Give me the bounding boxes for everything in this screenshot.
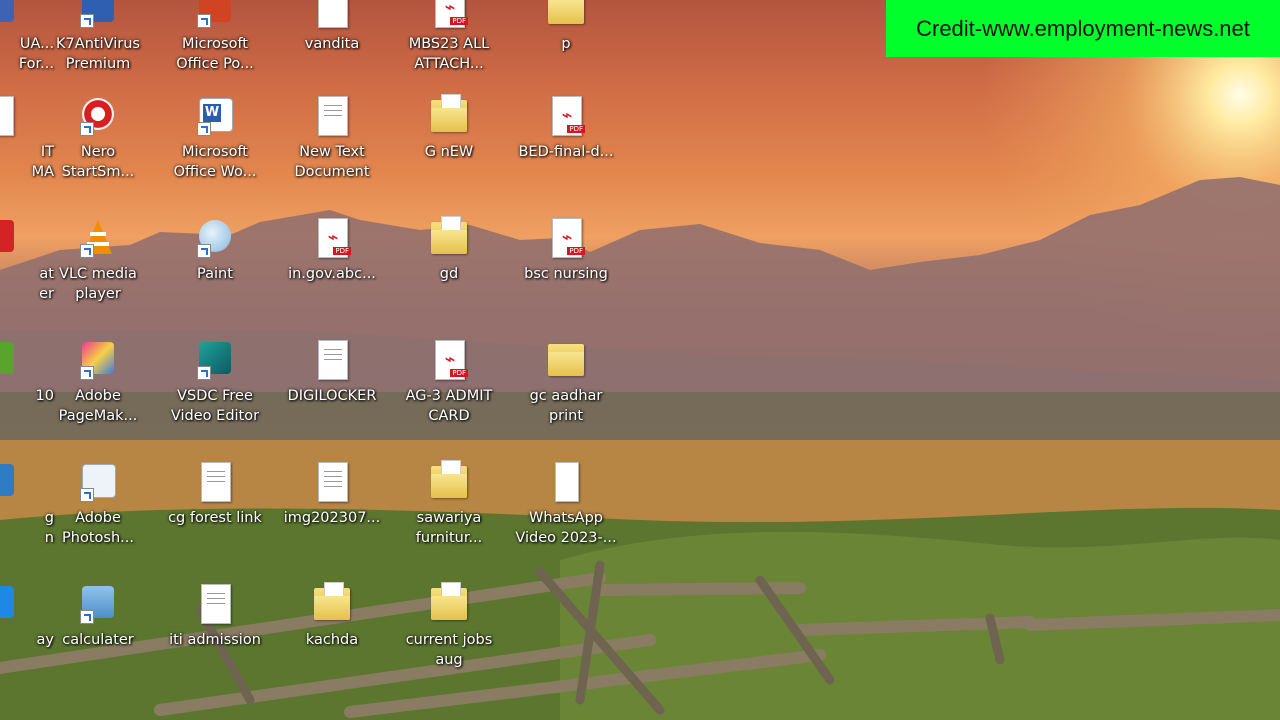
desktop-icon-mbs23[interactable]: ⌁ PDF MBS23 ALL ATTACH... [393, 0, 505, 74]
photoshop-icon [78, 460, 118, 504]
desktop-icon-sawariya[interactable]: sawariya furnitur... [393, 460, 505, 548]
desktop-icon-digilocker[interactable]: DIGILOCKER [276, 338, 388, 406]
app-icon [0, 582, 18, 626]
text-document-icon [312, 338, 352, 382]
desktop-icon-iti-admission[interactable]: iti admission [159, 582, 271, 650]
paint-palette-icon [195, 216, 235, 260]
desktop-icon-calculater[interactable]: calculater [42, 582, 154, 650]
text-document-icon [195, 460, 235, 504]
desktop-icon-bsc-nursing[interactable]: ⌁ PDF bsc nursing [510, 216, 622, 284]
desktop-icon-photoshop[interactable]: Adobe Photosh... [42, 460, 154, 548]
desktop-icon-pagemaker[interactable]: Adobe PageMak... [42, 338, 154, 426]
document-icon [0, 94, 18, 138]
desktop[interactable]: Credit-www.employment-news.net UA... For… [0, 0, 1280, 720]
text-document-icon [312, 0, 352, 30]
pdf-icon: ⌁ PDF [429, 338, 469, 382]
desktop-icon-vandita[interactable]: vandita [276, 0, 388, 54]
desktop-icon-in-gov-abc[interactable]: ⌁ PDF in.gov.abc... [276, 216, 388, 284]
desktop-icon-gc-aadhar-print[interactable]: gc aadhar print [510, 338, 622, 426]
app-icon [0, 0, 18, 30]
desktop-icon-cg-forest-link[interactable]: cg forest link [159, 460, 271, 528]
folder-icon [429, 582, 469, 626]
word-icon: W [195, 94, 235, 138]
desktop-icon-new-text-document[interactable]: New Text Document [276, 94, 388, 182]
pdf-icon: ⌁ PDF [312, 216, 352, 260]
image-document-icon [312, 460, 352, 504]
vsdc-icon [195, 338, 235, 382]
app-icon [0, 216, 18, 260]
desktop-icon-g-new[interactable]: G nEW [393, 94, 505, 162]
app-icon [0, 460, 18, 504]
desktop-icon-whatsapp-video[interactable]: WhatsApp Video 2023-... [510, 460, 622, 548]
desktop-icon-img202307[interactable]: img202307... [276, 460, 388, 528]
folder-icon [429, 460, 469, 504]
credit-banner: Credit-www.employment-news.net [886, 0, 1280, 57]
folder-icon [312, 582, 352, 626]
pdf-icon: ⌁ PDF [546, 94, 586, 138]
desktop-icon-k7antivirus[interactable]: K7AntiVirus Premium [42, 0, 154, 74]
desktop-icon-nero[interactable]: Nero StartSm... [42, 94, 154, 182]
folder-icon [429, 94, 469, 138]
desktop-icon-ms-powerpoint[interactable]: Microsoft Office Po... [159, 0, 271, 74]
vlc-cone-icon [78, 216, 118, 260]
pagemaker-icon [78, 338, 118, 382]
video-file-icon [546, 460, 586, 504]
pdf-icon: ⌁ PDF [429, 0, 469, 30]
desktop-icon-vlc[interactable]: VLC media player [42, 216, 154, 304]
pdf-icon: ⌁ PDF [546, 216, 586, 260]
powerpoint-icon [195, 0, 235, 30]
folder-icon [546, 338, 586, 382]
app-icon [0, 338, 18, 382]
desktop-icon-kachda[interactable]: kachda [276, 582, 388, 650]
credit-text: Credit-www.employment-news.net [916, 15, 1250, 41]
desktop-icon-current-jobs-aug[interactable]: current jobs aug [393, 582, 505, 670]
desktop-icon-bed-final[interactable]: ⌁ PDF BED-final-d... [510, 94, 622, 162]
text-document-icon [195, 582, 235, 626]
desktop-icon-ag3-admit-card[interactable]: ⌁ PDF AG-3 ADMIT CARD [393, 338, 505, 426]
desktop-icon-p[interactable]: p [510, 0, 622, 54]
desktop-icon-gd[interactable]: gd [393, 216, 505, 284]
desktop-icon-paint[interactable]: Paint [159, 216, 271, 284]
k7-antivirus-icon [78, 0, 118, 30]
calculator-icon [78, 582, 118, 626]
folder-icon [546, 0, 586, 30]
nero-icon [78, 94, 118, 138]
desktop-icon-ms-word[interactable]: W Microsoft Office Wo... [159, 94, 271, 182]
folder-icon [429, 216, 469, 260]
text-document-icon [312, 94, 352, 138]
desktop-icon-vsdc[interactable]: VSDC Free Video Editor [159, 338, 271, 426]
